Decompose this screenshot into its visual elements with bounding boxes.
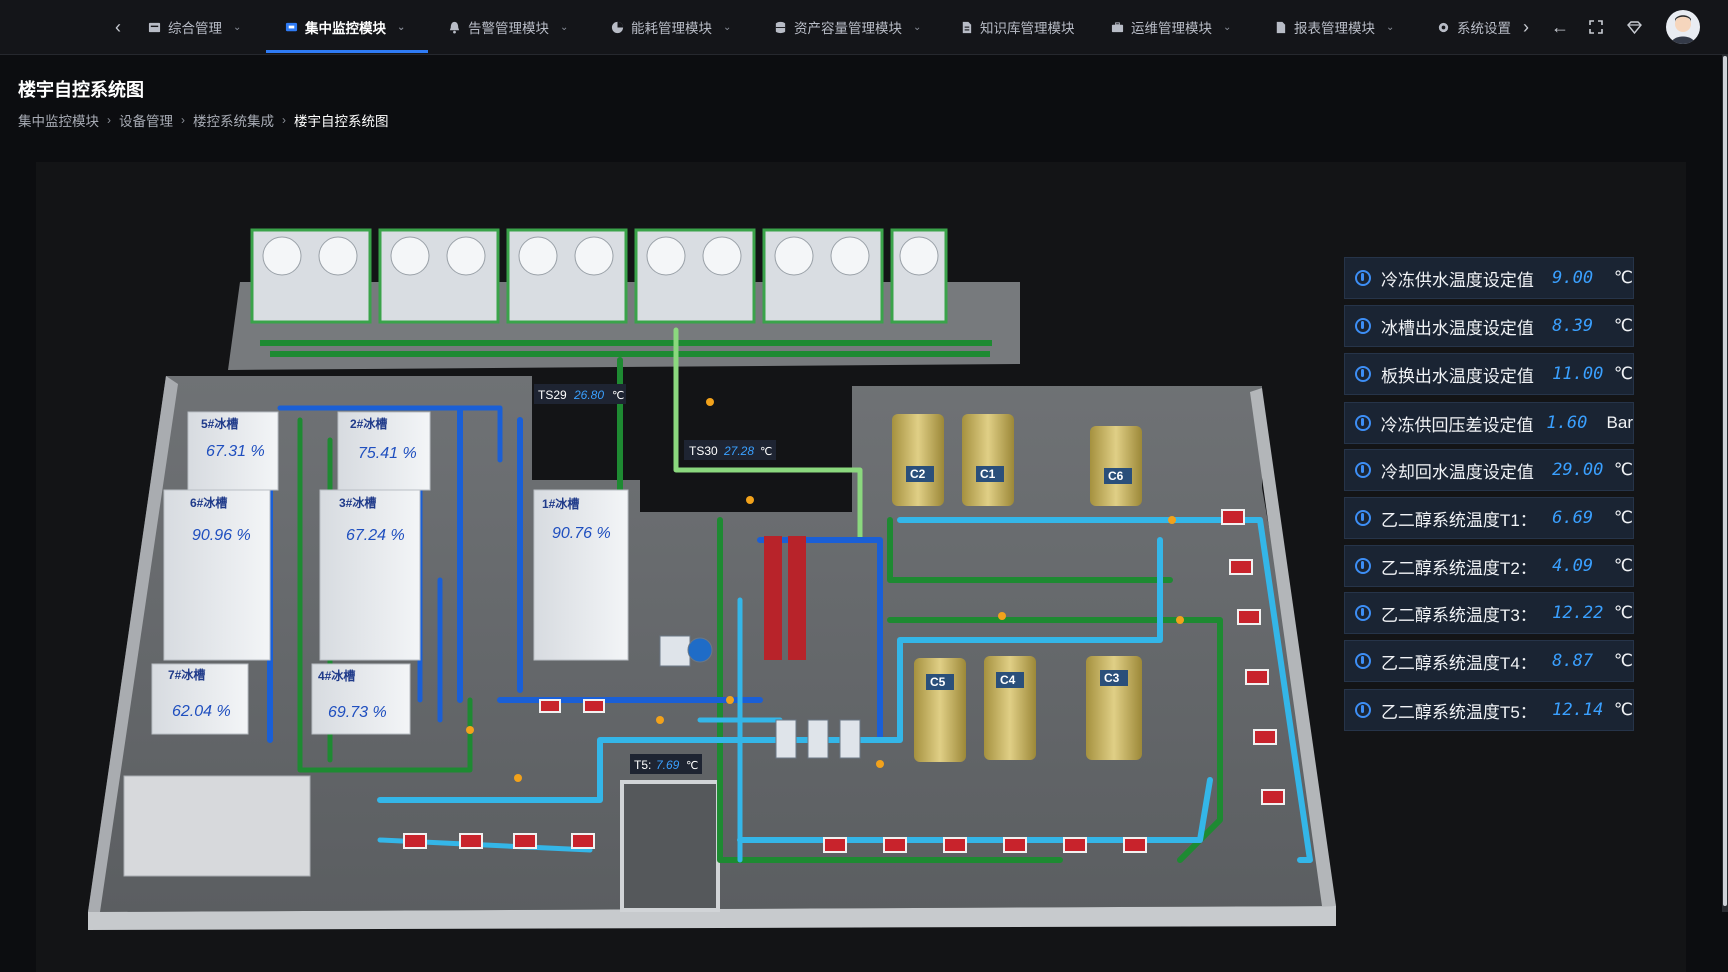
thermometer-icon (1355, 462, 1371, 478)
setpoint-value[interactable]: 29.00 (1552, 460, 1604, 480)
chiller-label: C2 (910, 467, 926, 481)
setpoint-unit: ℃ (1613, 268, 1633, 287)
setpoint-value[interactable]: 8.39 (1552, 316, 1604, 336)
thermometer-icon (1355, 558, 1371, 574)
setpoint-unit: ℃ (1613, 700, 1633, 719)
tank-label: 5#冰槽 (201, 416, 238, 431)
pressure-gauge-icon (1355, 415, 1371, 431)
setpoint-unit: ℃ (1613, 651, 1633, 670)
setpoint-label: 冰槽出水温度设定值 (1380, 318, 1534, 338)
thermometer-icon (1355, 270, 1371, 286)
sensor-label: TS29 (538, 388, 567, 402)
setpoint-label: 冷冻供水温度设定值 (1380, 270, 1534, 290)
chiller-label: C1 (980, 467, 996, 481)
tank-6 (163, 489, 271, 661)
setpoint-row: 乙二醇系统温度T2： 4.09 ℃ (1344, 545, 1634, 587)
thermometer-icon (1355, 366, 1371, 382)
setpoint-label: 冷却回水温度设定值 (1380, 462, 1534, 482)
setpoint-label: 乙二醇系统温度T3： (1380, 605, 1537, 625)
sensor-t5: T5: 7.69 ℃ (630, 754, 702, 774)
setpoint-row: 冷却回水温度设定值 29.00 ℃ (1344, 449, 1634, 491)
setpoint-value[interactable]: 9.00 (1552, 268, 1604, 288)
sensor-unit: ℃ (686, 760, 698, 772)
tank-level: 69.73 % (328, 704, 387, 721)
setpoint-label: 乙二醇系统温度T1： (1380, 510, 1537, 530)
tank-level: 67.24 % (346, 527, 405, 544)
thermometer-icon (1355, 653, 1371, 669)
setpoint-unit: ℃ (1613, 603, 1633, 622)
setpoint-label: 板换出水温度设定值 (1380, 366, 1534, 386)
tank-level: 90.96 % (192, 527, 251, 544)
setpoint-value: 4.09 (1552, 556, 1594, 576)
thermometer-icon (1355, 702, 1371, 718)
sensor-value: 7.69 (656, 758, 680, 772)
sensor-value: 27.28 (723, 444, 754, 458)
tank-label: 7#冰槽 (168, 667, 205, 682)
tank-level: 90.76 % (552, 525, 611, 542)
setpoint-unit: ℃ (1613, 460, 1633, 479)
tank-label: 1#冰槽 (542, 496, 579, 511)
setpoint-unit: ℃ (1613, 556, 1633, 575)
setpoint-unit: ℃ (1613, 364, 1633, 383)
setpoint-label: 乙二醇系统温度T5： (1380, 702, 1537, 722)
setpoint-unit: Bar (1606, 413, 1633, 432)
setpoint-row: 冷冻供水温度设定值 9.00 ℃ (1344, 257, 1634, 299)
thermometer-icon (1355, 318, 1371, 334)
tank-label: 4#冰槽 (318, 668, 355, 683)
chiller-label: C4 (1000, 673, 1016, 687)
sensor-label: T5: (634, 758, 651, 772)
setpoint-row: 乙二醇系统温度T3： 12.22 ℃ (1344, 592, 1634, 634)
tank-3 (319, 489, 421, 661)
thermometer-icon (1355, 510, 1371, 526)
setpoint-row: 冰槽出水温度设定值 8.39 ℃ (1344, 305, 1634, 347)
setpoint-unit: ℃ (1613, 316, 1633, 335)
sensor-unit: ℃ (612, 390, 624, 402)
setpoint-row: 乙二醇系统温度T4： 8.87 ℃ (1344, 640, 1634, 682)
tank-level: 62.04 % (172, 703, 231, 720)
setpoint-label: 乙二醇系统温度T2： (1380, 558, 1537, 578)
setpoint-row: 冷冻供回压差设定值 1.60 Bar (1344, 402, 1634, 444)
tank-level: 67.31 % (206, 443, 265, 460)
setpoint-label: 乙二醇系统温度T4： (1380, 653, 1537, 673)
scrollbar-thumb[interactable] (1723, 56, 1727, 906)
sensor-label: TS30 (689, 444, 718, 458)
setpoint-value: 12.14 (1552, 700, 1604, 720)
sensor-unit: ℃ (760, 446, 772, 458)
chiller-label: C3 (1104, 671, 1120, 685)
setpoint-value: 8.87 (1552, 651, 1594, 671)
sensor-value: 26.80 (573, 388, 604, 402)
setpoint-value: 12.22 (1552, 603, 1604, 623)
tank-1 (533, 489, 629, 661)
setpoint-unit: ℃ (1613, 508, 1633, 527)
setpoint-row: 板换出水温度设定值 11.00 ℃ (1344, 353, 1634, 395)
setpoint-value[interactable]: 1.60 (1546, 413, 1596, 433)
sensor-ts30: TS30 27.28 ℃ (684, 440, 776, 460)
cooling-towers (250, 228, 948, 324)
tank-label: 6#冰槽 (190, 495, 227, 510)
tank-label: 2#冰槽 (350, 416, 387, 431)
setpoint-value[interactable]: 11.00 (1552, 364, 1604, 384)
sensor-ts29: TS29 26.80 ℃ (534, 384, 626, 404)
storage-unit (123, 775, 311, 877)
tank-level: 75.41 % (358, 445, 417, 462)
setpoint-row: 乙二醇系统温度T5： 12.14 ℃ (1344, 689, 1634, 731)
chiller-label: C5 (930, 675, 946, 689)
setpoint-label: 冷冻供回压差设定值 (1380, 415, 1534, 435)
chiller-label: C6 (1108, 469, 1124, 483)
tank-label: 3#冰槽 (339, 495, 376, 510)
setpoint-value: 6.69 (1552, 508, 1594, 528)
setpoint-row: 乙二醇系统温度T1： 6.69 ℃ (1344, 497, 1634, 539)
thermometer-icon (1355, 605, 1371, 621)
